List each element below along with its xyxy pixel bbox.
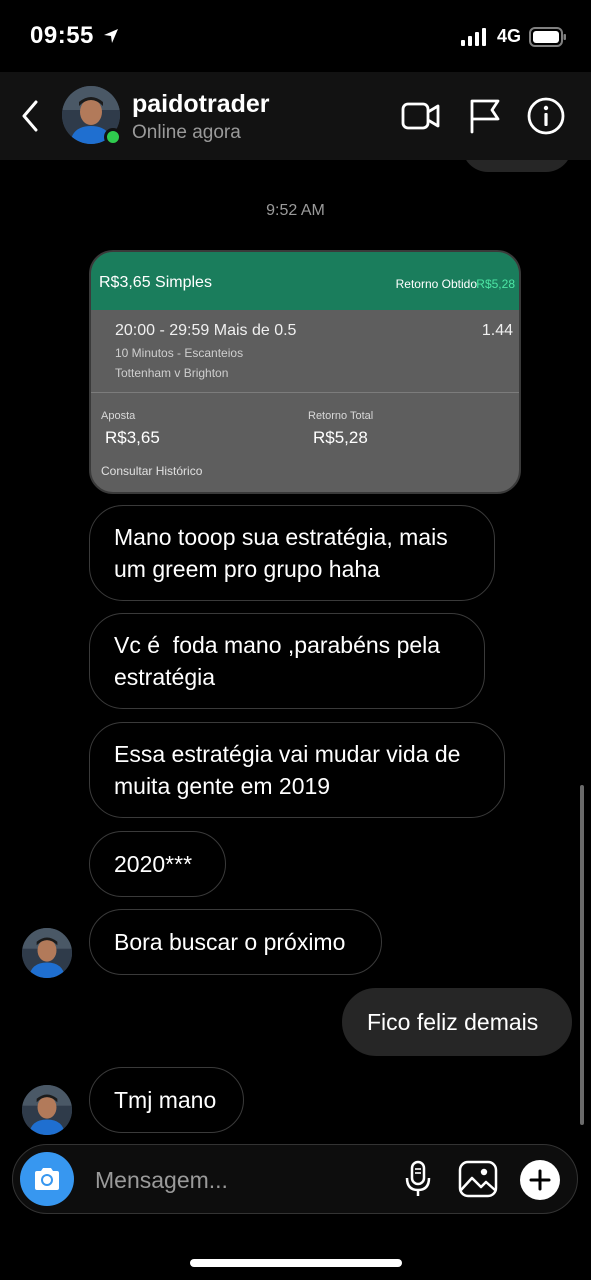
message-text: Vc é foda mano ,parabéns pela — [114, 632, 441, 658]
status-time: 09:55 — [30, 22, 119, 50]
bet-divider — [91, 392, 519, 393]
flag-icon[interactable] — [466, 96, 504, 136]
message-text: Fico feliz demais — [367, 1009, 539, 1035]
bet-total-label: Retorno Total — [308, 410, 374, 422]
sender-avatar[interactable] — [22, 1085, 72, 1135]
back-arrow-icon[interactable] — [16, 98, 44, 134]
home-indicator[interactable] — [190, 1259, 402, 1267]
battery-icon — [529, 26, 566, 47]
bet-stake-value: R$3,65 — [105, 428, 160, 447]
avatar-photo — [22, 1085, 72, 1135]
bet-return-label: Retorno Obtido — [395, 277, 477, 291]
camera-icon — [35, 1168, 59, 1190]
microphone-icon[interactable] — [403, 1159, 433, 1199]
sender-avatar[interactable] — [22, 928, 72, 978]
message-bubble[interactable]: 2020*** — [89, 831, 226, 897]
bet-slip-title: R$3,65 Simples — [99, 274, 212, 291]
message-bubble[interactable]: Tmj mano — [89, 1067, 244, 1133]
online-indicator — [104, 128, 122, 146]
bet-odds: 1.44 — [481, 322, 513, 339]
contact-name[interactable]: paidotrader — [132, 90, 270, 119]
avatar-photo — [22, 928, 72, 978]
message-bubble[interactable]: Essa estratégia vai mudar vida de muita … — [89, 722, 505, 818]
bet-history-link: Consultar Histórico — [101, 464, 203, 478]
add-icon — [529, 1169, 551, 1191]
sent-message-bubble[interactable]: Fico feliz demais — [342, 988, 572, 1056]
message-text: 2020*** — [114, 851, 193, 877]
bet-slip-image[interactable]: R$3,65 Simples Retorno Obtido R$5,28 20:… — [89, 250, 521, 494]
message-text: estratégia — [114, 664, 216, 690]
chat-header: paidotrader Online agora — [0, 72, 591, 160]
message-input[interactable] — [95, 1165, 395, 1195]
message-text: muita gente em 2019 — [114, 773, 331, 799]
gallery-icon[interactable] — [457, 1159, 499, 1199]
message-text: Bora buscar o próximo — [114, 929, 346, 955]
contact-status: Online agora — [132, 122, 241, 143]
message-bubble[interactable]: Bora buscar o próximo — [89, 909, 382, 975]
message-timestamp: 9:52 AM — [266, 202, 325, 219]
video-call-icon[interactable] — [400, 96, 442, 136]
info-icon[interactable] — [526, 96, 566, 136]
previous-message-bubble — [462, 160, 572, 172]
network-label: 4G — [496, 26, 521, 46]
signal-icon — [460, 27, 486, 46]
bet-selection: 20:00 - 29:59 Mais de 0.5 — [115, 322, 297, 339]
scrollbar[interactable] — [580, 785, 584, 1125]
bet-slip-header: R$3,65 Simples Retorno Obtido R$5,28 — [91, 252, 519, 310]
message-text: Essa estratégia vai mudar vida de — [114, 741, 461, 767]
bet-market: 10 Minutos - Escanteios — [115, 346, 244, 360]
message-thread[interactable]: 9:52 AM R$3,65 Simples Retorno Obtido R$… — [0, 160, 591, 1138]
contact-avatar[interactable] — [62, 86, 122, 146]
bet-total-value: R$5,28 — [313, 428, 368, 447]
camera-button[interactable] — [20, 1152, 74, 1206]
bet-return-value: R$5,28 — [476, 277, 515, 291]
message-text: Tmj mano — [114, 1087, 217, 1113]
message-text: um greem pro grupo haha — [114, 556, 380, 582]
status-bar: 09:55 4G — [0, 0, 591, 72]
message-composer — [12, 1144, 578, 1214]
message-bubble[interactable]: Mano tooop sua estratégia, mais um greem… — [89, 505, 495, 601]
message-text: Mano tooop sua estratégia, mais — [114, 524, 448, 550]
add-button[interactable] — [520, 1160, 560, 1200]
bet-stake-label: Aposta — [101, 410, 136, 422]
bet-event: Tottenham v Brighton — [115, 366, 229, 380]
message-bubble[interactable]: Vc é foda mano ,parabéns pela estratégia — [89, 613, 485, 709]
location-arrow-icon — [104, 29, 119, 43]
